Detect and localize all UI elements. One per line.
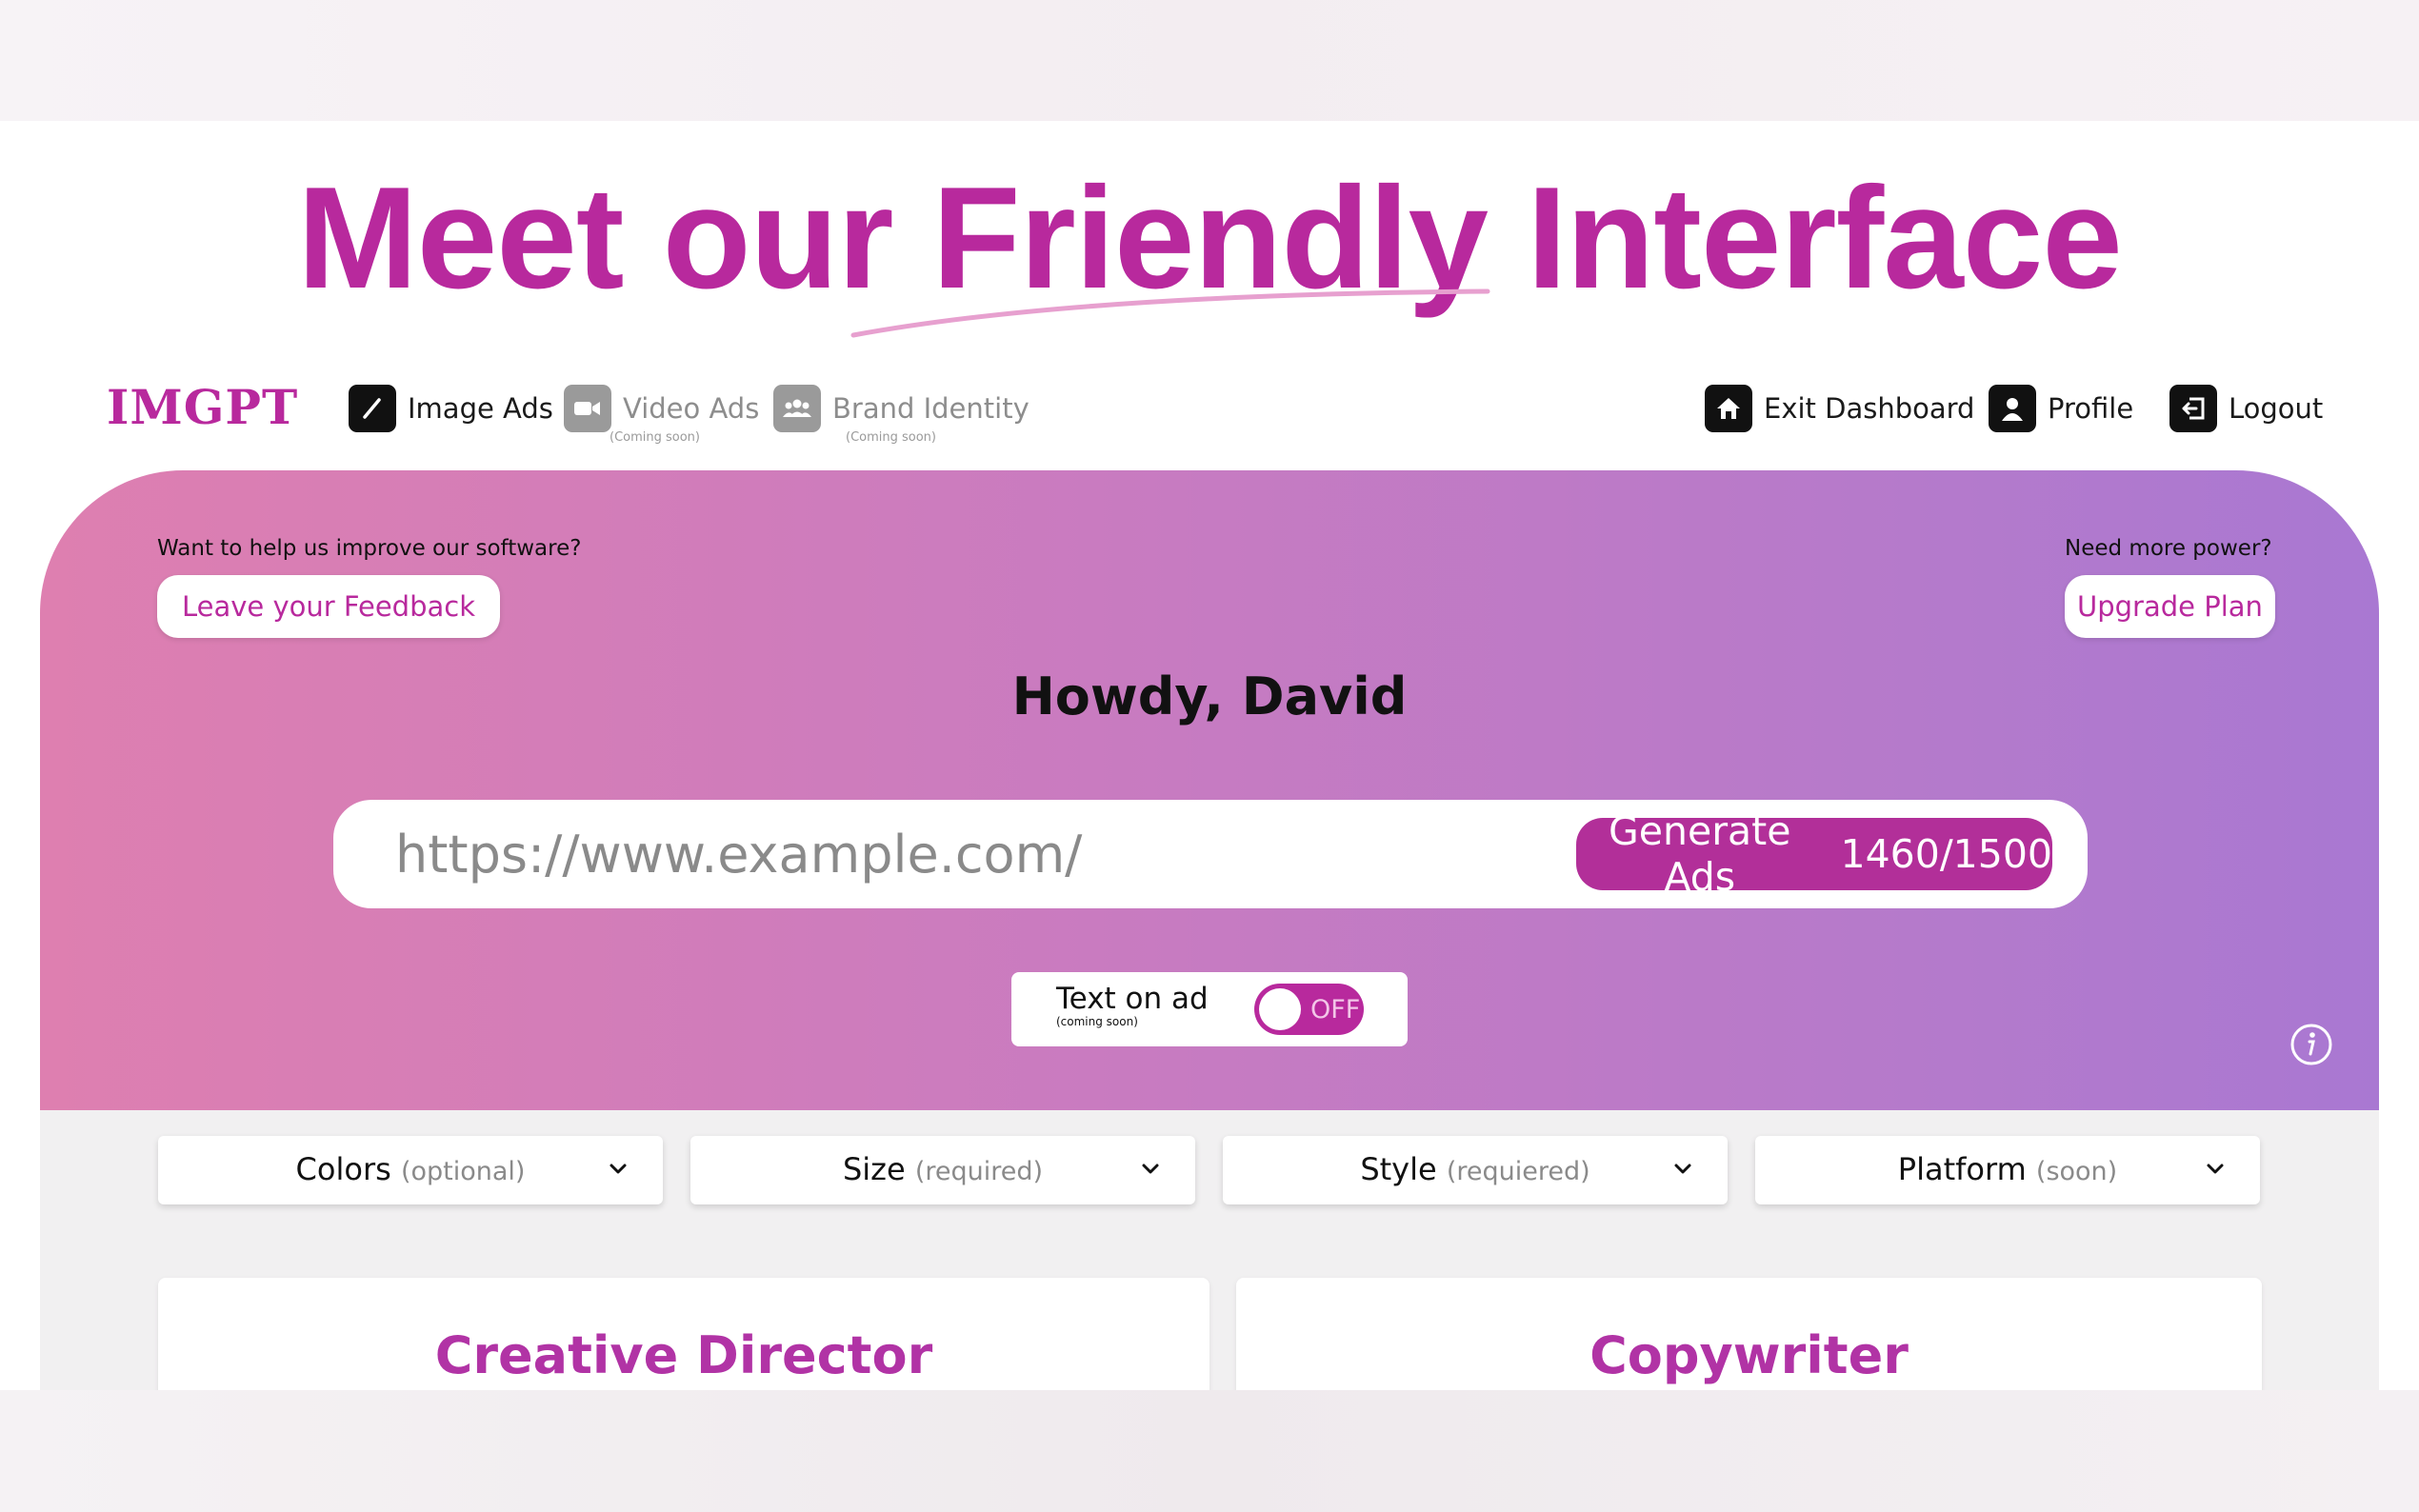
generate-ads-count: 1460/1500 (1840, 831, 2053, 877)
chevron-down-icon (1674, 1164, 1691, 1174)
toggle-state: OFF (1310, 995, 1361, 1025)
style-hint: (requiered) (1446, 1157, 1590, 1186)
size-label: Size (842, 1151, 906, 1187)
people-icon (773, 385, 821, 432)
platform-dropdown[interactable]: Platform (soon) (1755, 1136, 2260, 1204)
logout-icon (2169, 385, 2217, 432)
generate-ads-button[interactable]: Generate Ads 1460/1500 (1576, 808, 2053, 900)
video-ads-coming-soon: (Coming soon) (610, 430, 700, 445)
text-on-ad-label: Text on ad (1056, 982, 1209, 1016)
url-input[interactable] (395, 817, 1490, 891)
colors-hint: (optional) (400, 1157, 526, 1186)
nav-image-ads-label: Image Ads (408, 392, 553, 425)
nav-image-ads[interactable]: Image Ads (349, 383, 553, 434)
style-label: Style (1360, 1151, 1437, 1187)
size-hint: (required) (914, 1157, 1044, 1186)
bottom-background-band (0, 1390, 2419, 1512)
nav-logout-label: Logout (2229, 392, 2324, 425)
text-on-ad-coming-soon: (coming soon) (1056, 1015, 1138, 1028)
brand-identity-coming-soon: (Coming soon) (846, 430, 936, 445)
platform-hint: (soon) (2035, 1157, 2118, 1186)
upgrade-plan-button[interactable]: Upgrade Plan (2065, 575, 2275, 638)
style-dropdown-text: Style (requiered) (1223, 1151, 1728, 1187)
user-icon (1989, 385, 2036, 432)
colors-label: Colors (295, 1151, 391, 1187)
size-dropdown[interactable]: Size (required) (690, 1136, 1195, 1204)
top-background-band (0, 0, 2419, 121)
nav-profile[interactable]: Profile (1989, 383, 2133, 434)
info-icon[interactable] (2289, 1023, 2333, 1066)
colors-dropdown-text: Colors (optional) (158, 1151, 663, 1187)
nav-brand-identity[interactable]: Brand Identity (773, 383, 1030, 434)
nav-video-ads-label: Video Ads (623, 392, 760, 425)
text-on-ad-card: Text on ad (coming soon) OFF (1011, 972, 1408, 1046)
nav-profile-label: Profile (2048, 392, 2134, 425)
nav-logout[interactable]: Logout (2169, 383, 2323, 434)
chevron-down-icon (1142, 1164, 1159, 1174)
feedback-caption: Want to help us improve our software? (157, 536, 582, 561)
style-dropdown[interactable]: Style (requiered) (1223, 1136, 1728, 1204)
creative-director-title: Creative Director (434, 1325, 933, 1385)
url-bar: Generate Ads 1460/1500 (333, 800, 2088, 908)
toggle-knob (1259, 988, 1301, 1030)
leave-feedback-button[interactable]: Leave your Feedback (157, 575, 501, 638)
home-icon (1705, 385, 1752, 432)
headline-underline-swoosh (850, 288, 1490, 338)
platform-dropdown-text: Platform (soon) (1755, 1151, 2260, 1187)
pencil-icon (349, 385, 396, 432)
text-on-ad-toggle[interactable]: OFF (1254, 984, 1364, 1035)
platform-label: Platform (1897, 1151, 2027, 1187)
nav-video-ads[interactable]: Video Ads (564, 383, 759, 434)
colors-dropdown[interactable]: Colors (optional) (158, 1136, 663, 1204)
video-camera-icon (564, 385, 611, 432)
nav-exit-dashboard-label: Exit Dashboard (1764, 392, 1975, 425)
size-dropdown-text: Size (required) (690, 1151, 1195, 1187)
chevron-down-icon (2207, 1164, 2224, 1174)
generate-ads-label: Generate Ads (1609, 808, 1791, 900)
imgpt-logo[interactable]: IMGPT (107, 379, 298, 435)
chevron-down-icon (610, 1164, 627, 1174)
nav-exit-dashboard[interactable]: Exit Dashboard (1705, 383, 1974, 434)
upgrade-caption: Need more power? (2065, 536, 2272, 561)
nav-brand-identity-label: Brand Identity (832, 392, 1030, 425)
greeting: Howdy, David (1011, 666, 1408, 726)
copywriter-title: Copywriter (1589, 1325, 1909, 1385)
